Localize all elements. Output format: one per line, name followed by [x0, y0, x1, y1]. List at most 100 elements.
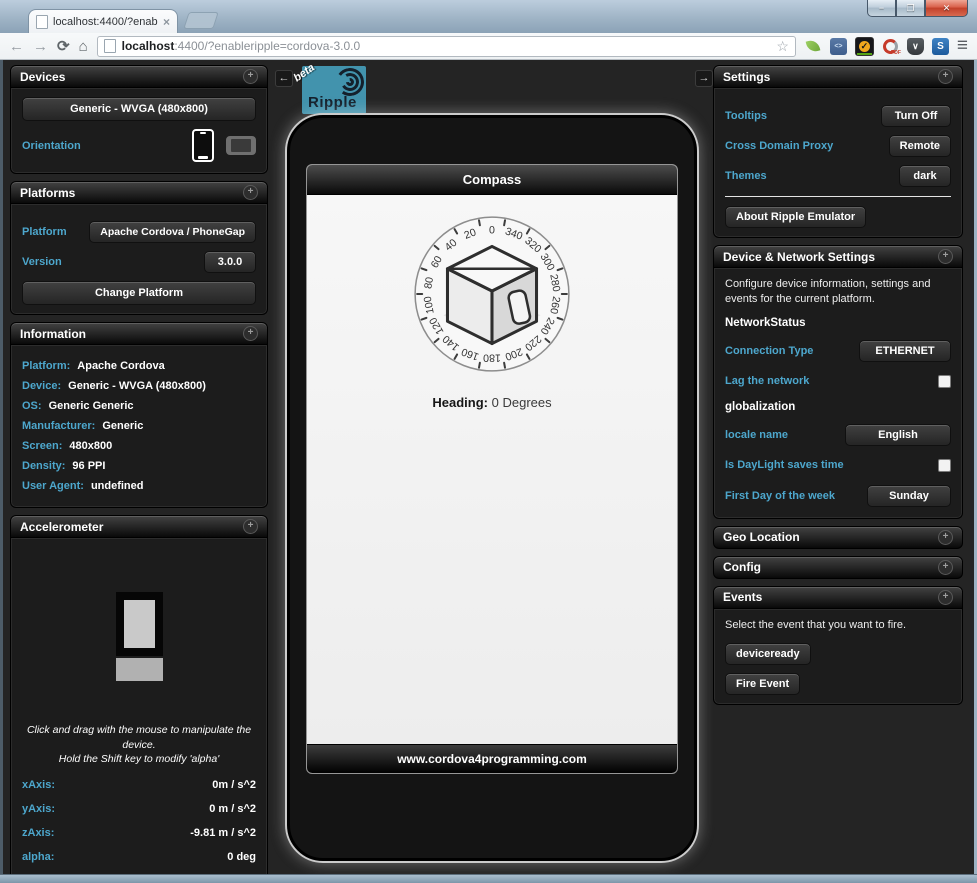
info-value: Apache Cordova: [77, 358, 164, 374]
heading-value: 0 Degrees: [492, 395, 552, 410]
extension-pocket-icon[interactable]: ∨: [907, 38, 924, 55]
forward-icon[interactable]: →: [33, 39, 48, 54]
maximize-button[interactable]: ❐: [896, 0, 925, 17]
home-icon[interactable]: ⌂: [79, 39, 88, 54]
info-value: Generic Generic: [49, 398, 134, 414]
reload-icon[interactable]: ⟳: [57, 39, 70, 54]
lag-network-checkbox[interactable]: [938, 375, 951, 388]
extension-s-icon[interactable]: S: [932, 38, 949, 55]
drag-handle-icon[interactable]: +: [938, 69, 953, 84]
collapse-left-panel-button[interactable]: ←: [275, 70, 293, 87]
accelerometer-panel-header[interactable]: Accelerometer +: [10, 515, 268, 538]
event-select[interactable]: deviceready: [725, 643, 811, 665]
address-bar[interactable]: localhost:4400/?enableripple=cordova-3.0…: [97, 36, 796, 57]
device-network-panel-header[interactable]: Device & Network Settings +: [713, 245, 963, 268]
geo-location-panel-header[interactable]: Geo Location +: [713, 526, 963, 549]
collapse-right-panel-button[interactable]: →: [695, 70, 713, 87]
themes-label: Themes: [725, 170, 767, 182]
extension-leaf-icon[interactable]: [805, 38, 822, 55]
proxy-select[interactable]: Remote: [889, 135, 951, 157]
tab-close-icon[interactable]: ×: [163, 16, 170, 28]
drag-handle-icon[interactable]: +: [243, 326, 258, 341]
drag-handle-icon[interactable]: +: [938, 249, 953, 264]
drag-handle-icon[interactable]: +: [938, 530, 953, 545]
minimize-button[interactable]: −: [867, 0, 896, 17]
accelerometer-panel: Accelerometer + Click and drag with the …: [10, 515, 268, 875]
connection-type-select[interactable]: ETHERNET: [859, 340, 951, 362]
platform-label: Platform: [22, 226, 67, 238]
drag-handle-icon[interactable]: +: [243, 69, 258, 84]
device-network-panel-title: Device & Network Settings: [723, 250, 875, 264]
device-select[interactable]: Generic - WVGA (480x800): [22, 97, 256, 121]
bookmark-star-icon[interactable]: ☆: [776, 39, 789, 53]
events-panel-header[interactable]: Events +: [713, 586, 963, 609]
themes-select[interactable]: dark: [899, 165, 951, 187]
platform-select[interactable]: Apache Cordova / PhoneGap: [89, 221, 256, 243]
devices-panel-header[interactable]: Devices +: [10, 65, 268, 88]
info-row: User Agent:undefined: [22, 478, 256, 494]
first-day-select[interactable]: Sunday: [867, 485, 951, 507]
svg-text:180: 180: [483, 352, 501, 364]
device-network-description: Configure device information, settings a…: [725, 277, 951, 308]
locale-name-label: locale name: [725, 429, 788, 441]
info-label: Density:: [22, 458, 65, 474]
daylight-savings-checkbox[interactable]: [938, 459, 951, 472]
svg-text:0: 0: [489, 224, 495, 236]
info-value: Generic - WVGA (480x800): [68, 378, 206, 394]
tab-title: localhost:4400/?enablerip: [53, 16, 158, 28]
info-label: Screen:: [22, 438, 62, 454]
drag-handle-icon[interactable]: +: [243, 519, 258, 534]
checkmark-icon: ✓: [859, 41, 870, 52]
version-select[interactable]: 3.0.0: [204, 251, 256, 273]
network-status-heading: NetworkStatus: [725, 317, 951, 329]
fire-event-button[interactable]: Fire Event: [725, 673, 800, 695]
beta-badge: beta: [292, 62, 317, 85]
accel-row: yAxis:0 m / s^2: [22, 797, 256, 821]
accel-label: zAxis:: [22, 827, 54, 839]
events-panel-title: Events: [723, 590, 762, 604]
page-icon: [104, 39, 116, 53]
platforms-panel-title: Platforms: [20, 186, 75, 200]
extension-pdf-icon[interactable]: PDF: [882, 38, 899, 55]
information-panel-title: Information: [20, 327, 86, 341]
compass-dial: 0204060801001201401601802002202402602803…: [406, 208, 578, 380]
titlebar: localhost:4400/?enablerip × − ❐ ✕: [0, 0, 977, 34]
accel-label: xAxis:: [22, 779, 55, 791]
info-value: undefined: [91, 478, 144, 494]
config-panel-header[interactable]: Config +: [713, 556, 963, 579]
new-tab-button[interactable]: [183, 12, 219, 29]
drag-handle-icon[interactable]: +: [243, 185, 258, 200]
heading-label: Heading:: [432, 395, 488, 410]
platforms-panel-header[interactable]: Platforms +: [10, 181, 268, 204]
info-value: 480x800: [69, 438, 112, 454]
change-platform-button[interactable]: Change Platform: [22, 281, 256, 305]
accel-value: 0 m / s^2: [209, 803, 256, 815]
accelerometer-device-canvas[interactable]: [22, 557, 256, 715]
window-edge-bottom: [0, 874, 977, 883]
extension-checkmark-icon[interactable]: ✓: [855, 37, 874, 56]
tooltips-toggle-button[interactable]: Turn Off: [881, 105, 951, 127]
ripple-logo-text: Ripple: [308, 94, 357, 111]
orientation-landscape-icon[interactable]: [226, 136, 256, 155]
settings-panel-header[interactable]: Settings +: [713, 65, 963, 88]
geo-location-panel: Geo Location +: [713, 526, 963, 549]
back-icon[interactable]: ←: [9, 39, 24, 54]
browser-tab[interactable]: localhost:4400/?enablerip ×: [28, 9, 178, 34]
events-description: Select the event that you want to fire.: [725, 618, 951, 633]
url-path: :4400/?enableripple=cordova-3.0.0: [174, 39, 360, 53]
locale-select[interactable]: English: [845, 424, 951, 446]
accelerometer-panel-title: Accelerometer: [20, 520, 103, 534]
extension-code-icon[interactable]: <>: [830, 38, 847, 55]
browser-menu-icon[interactable]: ≡: [957, 38, 968, 53]
accel-row: zAxis:-9.81 m / s^2: [22, 821, 256, 845]
drag-handle-icon[interactable]: +: [938, 560, 953, 575]
drag-handle-icon[interactable]: +: [938, 590, 953, 605]
information-panel-header[interactable]: Information +: [10, 322, 268, 345]
app-content: 0204060801001201401601802002202402602803…: [307, 195, 677, 744]
settings-panel: Settings + Tooltips Turn Off Cross Domai…: [713, 65, 963, 238]
accel-row: xAxis:0m / s^2: [22, 773, 256, 797]
orientation-portrait-icon[interactable]: [192, 129, 214, 162]
about-ripple-button[interactable]: About Ripple Emulator: [725, 206, 866, 228]
close-button[interactable]: ✕: [925, 0, 968, 17]
ripple-waves-icon: [337, 69, 363, 95]
